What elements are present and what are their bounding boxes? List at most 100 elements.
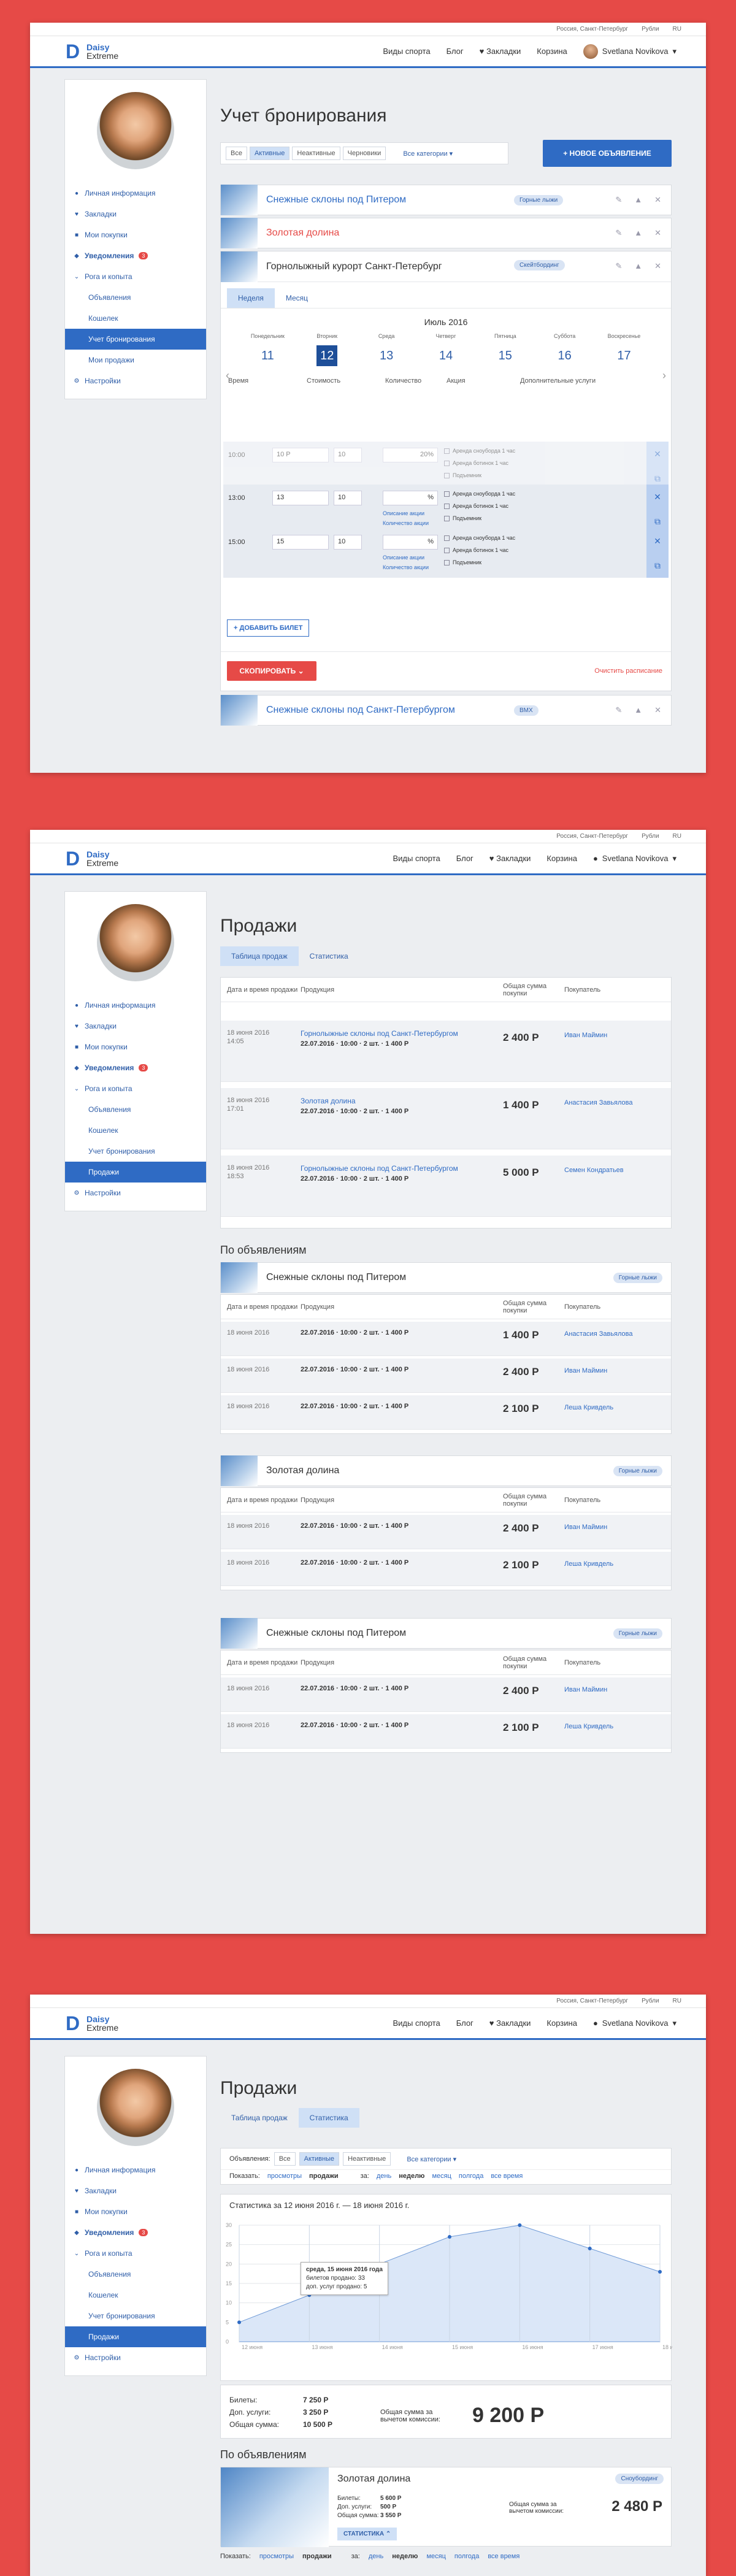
user-menu[interactable]: ● Svetlana Novikova ▾ xyxy=(593,2018,677,2028)
extra-service-checkbox[interactable]: Аренда сноуборда 1 час xyxy=(444,535,515,542)
sale-buyer[interactable]: Леша Кривдель xyxy=(564,1404,613,1411)
nav-cart[interactable]: Корзина xyxy=(546,854,577,863)
nav-sports[interactable]: Виды спорта xyxy=(393,854,440,863)
nav-sports[interactable]: Виды спорта xyxy=(393,2018,440,2028)
nav-bookmarks[interactable]: ♥ Закладки xyxy=(489,854,531,863)
period-all-time[interactable]: все время xyxy=(491,2172,523,2180)
sidebar-item-company[interactable]: ⌄ Рога и копыта xyxy=(65,266,206,287)
language-selector[interactable]: RU xyxy=(673,1998,681,2004)
period-month[interactable]: месяц xyxy=(432,2172,451,2180)
stats-icon[interactable]: ▲ xyxy=(634,195,642,205)
sale-buyer[interactable]: Иван Маймин xyxy=(564,1367,607,1374)
tab-week[interactable]: Неделя xyxy=(227,288,275,308)
close-icon[interactable]: ✕ xyxy=(654,705,661,715)
logo[interactable]: D Daisy Extreme xyxy=(66,42,118,61)
nav-sports[interactable]: Виды спорта xyxy=(383,47,430,56)
ad-row[interactable]: Снежные склоны под Питером Горные лыжи xyxy=(220,1262,672,1293)
sale-buyer[interactable]: Леша Кривдель xyxy=(564,1560,613,1568)
sidebar-item-bookmarks[interactable]: ♥ Закладки xyxy=(65,1016,206,1037)
filter-inactive[interactable]: Неактивные xyxy=(292,147,340,160)
show-sales[interactable]: продажи xyxy=(302,2553,332,2560)
delete-slot-icon[interactable]: ✕ xyxy=(646,485,669,509)
sidebar-item-wallet[interactable]: Кошелек xyxy=(65,2285,206,2306)
show-sales[interactable]: продажи xyxy=(309,2172,339,2180)
sidebar-item-wallet[interactable]: Кошелек xyxy=(65,1120,206,1141)
promo-count-link[interactable]: Количество акции xyxy=(383,564,429,570)
data-point[interactable] xyxy=(588,2247,592,2250)
show-views[interactable]: просмотры xyxy=(259,2553,294,2560)
location-selector[interactable]: Россия, Санкт-Петербург xyxy=(556,1998,628,2004)
location-selector[interactable]: Россия, Санкт-Петербург xyxy=(556,833,628,840)
sidebar-item-wallet[interactable]: Кошелек xyxy=(65,308,206,329)
period-half-year[interactable]: полгода xyxy=(459,2172,483,2180)
filter-active[interactable]: Активные xyxy=(299,2152,340,2166)
ad-title[interactable]: Снежные склоны под Санкт-Петербургом xyxy=(266,705,455,716)
nav-bookmarks[interactable]: ♥ Закладки xyxy=(489,2018,531,2028)
day-cell[interactable]: Воскресенье 17 xyxy=(599,333,648,366)
table-row[interactable]: 18 июня 2016 22.07.2016 · 10:00 · 2 шт. ·… xyxy=(221,1322,671,1356)
next-week-icon[interactable]: › xyxy=(662,369,666,382)
add-ticket-button[interactable]: + ДОБАВИТЬ БИЛЕТ xyxy=(227,619,310,637)
filter-active[interactable]: Активные xyxy=(249,147,290,160)
sidebar-item-bookmarks[interactable]: ♥ Закладки xyxy=(65,2180,206,2201)
data-point[interactable] xyxy=(448,2235,451,2239)
sale-buyer[interactable]: Анастасия Завьялова xyxy=(564,1099,633,1106)
table-row[interactable]: 18 июня 2016 17:01 Золотая долина 22.07.201… xyxy=(221,1088,671,1149)
slot-price-input[interactable]: 15 xyxy=(272,535,329,550)
promo-description-link[interactable]: Описание акции xyxy=(383,554,424,561)
data-point[interactable] xyxy=(658,2270,662,2274)
slot-qty-input[interactable]: 10 xyxy=(334,448,362,462)
extra-service-checkbox[interactable]: Подъемник xyxy=(444,515,481,522)
sale-buyer[interactable]: Семен Кондратьев xyxy=(564,1167,624,1174)
table-row[interactable]: 18 июня 2016 14:05 Горнолыжные склоны под … xyxy=(221,1021,671,1082)
extra-service-checkbox[interactable]: Аренда сноуборда 1 час xyxy=(444,491,515,497)
sidebar-item-purchases[interactable]: ■ Мои покупки xyxy=(65,2201,206,2222)
filter-drafts[interactable]: Черновики xyxy=(342,147,386,160)
filter-all[interactable]: Все xyxy=(274,2152,296,2166)
close-icon[interactable]: ✕ xyxy=(654,228,661,238)
nav-blog[interactable]: Блог xyxy=(456,2018,473,2028)
sale-product[interactable]: Горнолыжные склоны под Санкт-Петербургом xyxy=(301,1164,458,1173)
slot-promo-input[interactable]: 20% xyxy=(383,448,438,462)
sidebar-item-settings[interactable]: ⚙ Настройки xyxy=(65,1183,206,1203)
extra-service-checkbox[interactable]: Аренда ботинок 1 час xyxy=(444,460,508,467)
table-row[interactable]: 18 июня 2016 22.07.2016 · 10:00 · 2 шт. ·… xyxy=(221,1677,671,1712)
copy-slot-icon[interactable]: ⧉ xyxy=(646,553,669,578)
tab-statistics[interactable]: Статистика xyxy=(299,946,359,966)
edit-icon[interactable]: ✎ xyxy=(615,228,622,238)
slot-promo-input[interactable]: % xyxy=(383,491,438,505)
tab-statistics[interactable]: Статистика xyxy=(298,2108,359,2128)
copy-button[interactable]: СКОПИРОВАТЬ ⌄ xyxy=(227,661,316,681)
day-cell[interactable]: Понедельник 11 xyxy=(243,333,292,366)
promo-description-link[interactable]: Описание акции xyxy=(383,510,424,516)
sidebar-item-booking[interactable]: Учет бронирования xyxy=(65,1141,206,1162)
sale-product[interactable]: Золотая долина xyxy=(301,1097,356,1105)
ad-stats-toggle[interactable]: СТАТИСТИКА ⌃ xyxy=(337,2528,397,2540)
day-cell[interactable]: Пятница 15 xyxy=(481,333,530,366)
sale-product[interactable]: Горнолыжные склоны под Санкт-Петербургом xyxy=(301,1029,458,1038)
delete-slot-icon[interactable]: ✕ xyxy=(646,442,669,466)
sidebar-item-my-sales[interactable]: Мои продажи xyxy=(65,350,206,370)
close-icon[interactable]: ✕ xyxy=(654,195,661,205)
category-select[interactable]: Все категории ▾ xyxy=(407,2155,456,2163)
tab-sales-table[interactable]: Таблица продаж xyxy=(220,2108,299,2128)
clear-schedule-link[interactable]: Очистить расписание xyxy=(594,667,662,675)
table-row[interactable]: 18 июня 2016 22.07.2016 · 10:00 · 2 шт. ·… xyxy=(221,1515,671,1549)
sidebar-item-notifications[interactable]: ◆ Уведомления 3 xyxy=(65,245,206,266)
show-views[interactable]: просмотры xyxy=(267,2172,302,2180)
ad-title[interactable]: Снежные склоны под Питером xyxy=(266,194,406,205)
sidebar-item-sales[interactable]: Продажи xyxy=(65,2326,206,2347)
sidebar-item-profile[interactable]: ● Личная информация xyxy=(65,2160,206,2180)
ad-row[interactable]: Золотая долина Горные лыжи xyxy=(220,1455,672,1486)
table-row[interactable]: 18 июня 2016 22.07.2016 · 10:00 · 2 шт. ·… xyxy=(221,1395,671,1430)
extra-service-checkbox[interactable]: Аренда ботинок 1 час xyxy=(444,547,508,554)
currency-selector[interactable]: Рубли xyxy=(642,833,659,840)
edit-icon[interactable]: ✎ xyxy=(615,261,622,271)
slot-qty-input[interactable]: 10 xyxy=(334,535,362,550)
sidebar-item-ads[interactable]: Объявления xyxy=(65,2264,206,2285)
language-selector[interactable]: RU xyxy=(673,26,681,33)
sale-buyer[interactable]: Леша Кривдель xyxy=(564,1723,613,1730)
ad-row[interactable]: Золотая долина ✎ ▲ ✕ xyxy=(220,218,672,248)
filter-all[interactable]: Все xyxy=(226,147,247,160)
currency-selector[interactable]: Рубли xyxy=(642,26,659,33)
